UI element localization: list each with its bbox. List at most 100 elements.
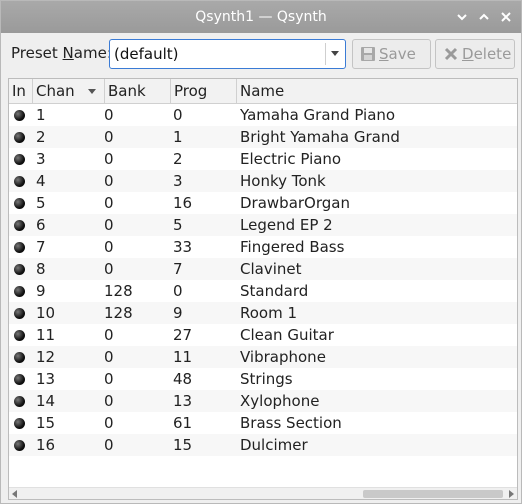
cell-chan: 4	[36, 172, 46, 190]
cell-prog: 15	[173, 436, 193, 454]
chevron-down-icon	[457, 14, 467, 21]
table-row[interactable]: 16 0 15 Dulcimer	[9, 434, 517, 456]
cell-name: Clavinet	[240, 260, 302, 278]
table-row[interactable]: 6 0 5 Legend EP 2	[9, 214, 517, 236]
cell-bank: 128	[104, 282, 133, 300]
cell-bank: 0	[104, 392, 114, 410]
cell-name: Yamaha Grand Piano	[240, 106, 396, 124]
maximize-button[interactable]	[475, 8, 493, 26]
preset-toolbar: Preset Name: Save Delete	[1, 33, 521, 75]
cell-name: Fingered Bass	[240, 238, 345, 256]
channel-activity-led-icon	[14, 418, 25, 429]
column-header-chan[interactable]: Chan	[33, 79, 105, 103]
cell-bank: 0	[104, 414, 114, 432]
table-row[interactable]: 14 0 13 Xylophone	[9, 390, 517, 412]
table-row[interactable]: 11 0 27 Clean Guitar	[9, 324, 517, 346]
qsynth-channels-window: Qsynth1 — Qsynth Preset Name: Save	[0, 0, 522, 504]
preset-name-combo[interactable]	[109, 39, 346, 69]
minimize-button[interactable]	[453, 8, 471, 26]
channel-activity-led-icon	[14, 286, 25, 297]
cell-chan: 1	[36, 106, 46, 124]
channel-activity-led-icon	[14, 154, 25, 165]
cell-bank: 0	[104, 106, 114, 124]
cell-bank: 0	[104, 128, 114, 146]
table-row[interactable]: 3 0 2 Electric Piano	[9, 148, 517, 170]
preset-label-start: Preset	[11, 44, 63, 62]
horizontal-scrollbar[interactable]	[9, 487, 517, 499]
column-header-name[interactable]: Name	[237, 79, 517, 103]
cell-name: Honky Tonk	[240, 172, 326, 190]
scroll-right-arrow-icon[interactable]	[509, 490, 514, 498]
delete-icon	[443, 46, 459, 66]
cell-prog: 16	[173, 194, 193, 212]
delete-label-rest: elete	[473, 45, 512, 63]
preset-name-input[interactable]	[114, 43, 322, 65]
cell-bank: 0	[104, 260, 114, 278]
channel-activity-led-icon	[14, 132, 25, 143]
channel-activity-led-icon	[14, 330, 25, 341]
channel-activity-led-icon	[14, 176, 25, 187]
cell-name: Xylophone	[240, 392, 320, 410]
scrollbar-thumb[interactable]	[363, 490, 503, 498]
cell-prog: 33	[173, 238, 193, 256]
cell-chan: 3	[36, 150, 46, 168]
preset-label-mnemonic: N	[62, 44, 74, 62]
dropdown-arrow-icon[interactable]	[331, 51, 339, 56]
cell-prog: 61	[173, 414, 193, 432]
cell-prog: 0	[173, 106, 183, 124]
column-header-chan-label: Chan	[36, 82, 75, 100]
table-header: In Chan Bank Prog Name	[9, 79, 517, 104]
cell-chan: 10	[36, 304, 56, 322]
cell-prog: 3	[173, 172, 183, 190]
cell-chan: 16	[36, 436, 56, 454]
cell-prog: 48	[173, 370, 193, 388]
channel-activity-led-icon	[14, 198, 25, 209]
channel-activity-led-icon	[14, 374, 25, 385]
chevron-up-icon	[479, 13, 489, 20]
cell-name: Brass Section	[240, 414, 342, 432]
table-row[interactable]: 13 0 48 Strings	[9, 368, 517, 390]
cell-chan: 8	[36, 260, 46, 278]
cell-prog: 1	[173, 128, 183, 146]
cell-bank: 0	[104, 348, 114, 366]
delete-button[interactable]: Delete	[435, 39, 515, 69]
window-title: Qsynth1 — Qsynth	[195, 9, 327, 25]
cell-name: Strings	[240, 370, 293, 388]
column-header-in[interactable]: In	[9, 79, 33, 103]
cell-name: Electric Piano	[240, 150, 342, 168]
table-row[interactable]: 8 0 7 Clavinet	[9, 258, 517, 280]
cell-bank: 0	[104, 326, 114, 344]
cell-name: Legend EP 2	[240, 216, 333, 234]
table-row[interactable]: 4 0 3 Honky Tonk	[9, 170, 517, 192]
table-row[interactable]: 2 0 1 Bright Yamaha Grand	[9, 126, 517, 148]
table-row[interactable]: 9 128 0 Standard	[9, 280, 517, 302]
cell-chan: 5	[36, 194, 46, 212]
table-row[interactable]: 10 128 9 Room 1	[9, 302, 517, 324]
channels-table[interactable]: In Chan Bank Prog Name 1 0 0 Yamaha Grand P…	[8, 78, 518, 500]
delete-label: Delete	[462, 45, 511, 63]
table-body: 1 0 0 Yamaha Grand Piano 2 0 1 Bright Yamaha Gr…	[9, 104, 517, 456]
table-row[interactable]: 1 0 0 Yamaha Grand Piano	[9, 104, 517, 126]
save-mnemonic: S	[379, 45, 389, 63]
cell-bank: 0	[104, 194, 114, 212]
cell-prog: 27	[173, 326, 193, 344]
channel-activity-led-icon	[14, 352, 25, 363]
close-button[interactable]	[497, 8, 515, 26]
channel-activity-led-icon	[14, 308, 25, 319]
cell-name: Clean Guitar	[240, 326, 334, 344]
column-header-bank[interactable]: Bank	[105, 79, 171, 103]
table-row[interactable]: 15 0 61 Brass Section	[9, 412, 517, 434]
cell-chan: 11	[36, 326, 56, 344]
save-button[interactable]: Save	[352, 39, 431, 69]
column-header-prog[interactable]: Prog	[171, 79, 237, 103]
cell-chan: 12	[36, 348, 56, 366]
table-row[interactable]: 12 0 11 Vibraphone	[9, 346, 517, 368]
table-row[interactable]: 5 0 16 DrawbarOrgan	[9, 192, 517, 214]
save-label-rest: ave	[388, 45, 416, 63]
scroll-left-arrow-icon[interactable]	[12, 490, 17, 498]
cell-prog: 5	[173, 216, 183, 234]
cell-name: Dulcimer	[240, 436, 308, 454]
table-row[interactable]: 7 0 33 Fingered Bass	[9, 236, 517, 258]
cell-chan: 14	[36, 392, 56, 410]
title-bar[interactable]: Qsynth1 — Qsynth	[1, 1, 521, 33]
